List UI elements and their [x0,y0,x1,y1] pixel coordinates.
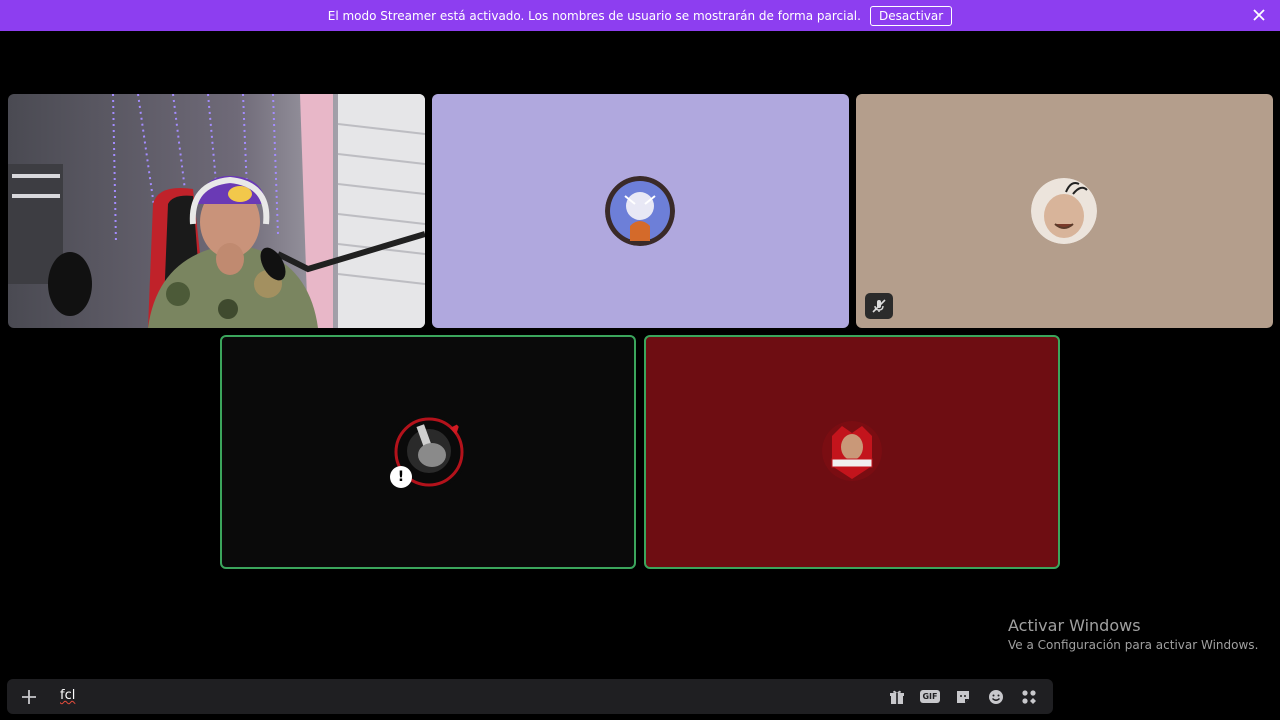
watermark-title: Activar Windows [1008,616,1141,635]
voice-tile-user-4[interactable]: ! [220,335,636,569]
muted-microphone-icon [865,293,893,319]
close-icon[interactable] [1252,8,1266,22]
apps-icon[interactable] [1019,687,1039,707]
gif-label: GIF [920,690,940,703]
disable-streamer-mode-button[interactable]: Desactivar [869,5,953,26]
message-input[interactable]: fcl [51,679,887,714]
plus-icon[interactable] [7,679,51,714]
streamer-mode-banner: El modo Streamer está activado. Los nomb… [0,0,1280,31]
windows-activation-watermark: Activar Windows Ve a Configuración para … [1008,616,1258,654]
warning-icon: ! [390,466,412,488]
gif-icon[interactable]: GIF [920,687,940,707]
message-input-value: fcl [60,688,76,703]
avatar [1031,178,1097,244]
voice-tile-user-2[interactable] [432,94,849,328]
video-tile-camera[interactable] [8,94,425,328]
watermark-subtitle: Ve a Configuración para activar Windows. [1008,638,1259,652]
webcam-feed-image [8,94,425,328]
avatar [822,421,882,481]
message-composer: fcl GIF [7,679,1053,714]
voice-tile-user-5[interactable] [644,335,1060,569]
streamer-mode-message: El modo Streamer está activado. Los nomb… [327,8,861,23]
voice-tile-user-3[interactable] [856,94,1273,328]
sticker-icon[interactable] [953,687,973,707]
emoji-icon[interactable] [986,687,1006,707]
avatar [605,176,675,246]
gift-icon[interactable] [887,687,907,707]
